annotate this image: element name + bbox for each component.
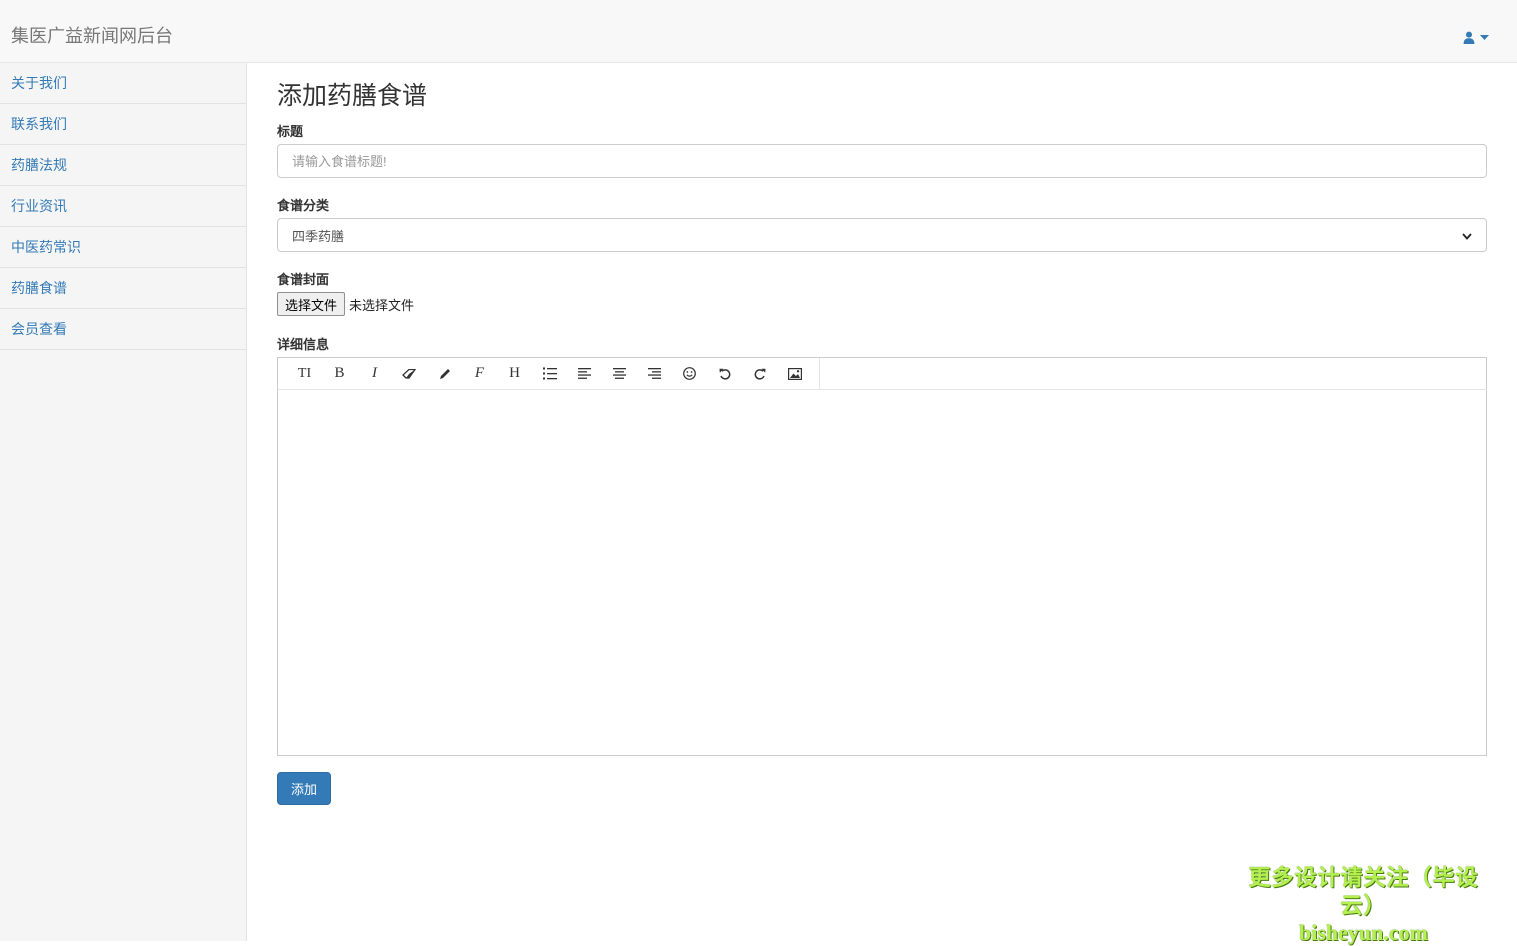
- page-title: 添加药膳食谱: [277, 82, 428, 110]
- top-navbar: 集医广益新闻网后台: [0, 0, 1517, 63]
- sidebar-item-contact[interactable]: 联系我们: [0, 104, 246, 145]
- category-select[interactable]: 四季药膳: [277, 218, 1487, 252]
- category-label: 食谱分类: [277, 198, 330, 213]
- file-status: 未选择文件: [349, 297, 415, 313]
- sidebar-item-tcm-knowledge[interactable]: 中医药常识: [0, 227, 246, 268]
- sidebar-item-regulations[interactable]: 药膳法规: [0, 145, 246, 186]
- title-input[interactable]: [277, 144, 1487, 178]
- user-menu-toggle[interactable]: [1463, 27, 1489, 47]
- sidebar: 关于我们 联系我们 药膳法规 行业资讯 中医药常识 药膳食谱 会员查看: [0, 63, 247, 941]
- sidebar-item-industry-news[interactable]: 行业资讯: [0, 186, 246, 227]
- choose-file-button[interactable]: 选择文件: [277, 292, 346, 316]
- chevron-down-icon: [1462, 228, 1472, 243]
- redo-icon[interactable]: [742, 359, 777, 389]
- eraser-icon[interactable]: [392, 359, 427, 389]
- heading-icon[interactable]: H: [497, 359, 532, 389]
- watermark-line2: bisheyun.com: [1299, 920, 1428, 945]
- undo-icon[interactable]: [707, 359, 742, 389]
- sidebar-item-members[interactable]: 会员查看: [0, 309, 246, 350]
- brand-title[interactable]: 集医广益新闻网后台: [11, 24, 173, 48]
- editor-content-area[interactable]: [278, 390, 1486, 755]
- italic-icon[interactable]: I: [357, 359, 392, 389]
- user-icon: [1463, 31, 1475, 44]
- image-icon[interactable]: [777, 359, 812, 389]
- sidebar-item-recipes[interactable]: 药膳食谱: [0, 268, 246, 309]
- align-right-icon[interactable]: [637, 359, 672, 389]
- sidebar-item-about[interactable]: 关于我们: [0, 63, 246, 104]
- editor-toolbar: TI B I F H: [278, 358, 1487, 390]
- pencil-icon[interactable]: [427, 359, 462, 389]
- detail-label: 详细信息: [277, 337, 330, 352]
- watermark: 更多设计请关注（毕设云） bisheyun.com: [1236, 864, 1491, 946]
- cover-file-input: 选择文件 未选择文件: [277, 292, 414, 316]
- bold-icon[interactable]: B: [322, 359, 357, 389]
- font-size-icon[interactable]: TI: [287, 359, 322, 389]
- caret-down-icon: [1480, 34, 1489, 40]
- watermark-line1: 更多设计请关注（毕设云）: [1248, 865, 1479, 918]
- title-label: 标题: [277, 124, 304, 139]
- add-button[interactable]: 添加: [277, 772, 331, 805]
- align-center-icon[interactable]: [602, 359, 637, 389]
- font-icon[interactable]: F: [462, 359, 497, 389]
- category-selected-value: 四季药膳: [292, 228, 345, 244]
- rich-text-editor: TI B I F H: [277, 357, 1487, 756]
- ordered-list-icon[interactable]: [532, 359, 567, 389]
- cover-label: 食谱封面: [277, 272, 330, 287]
- emoji-icon[interactable]: [672, 359, 707, 389]
- align-left-icon[interactable]: [567, 359, 602, 389]
